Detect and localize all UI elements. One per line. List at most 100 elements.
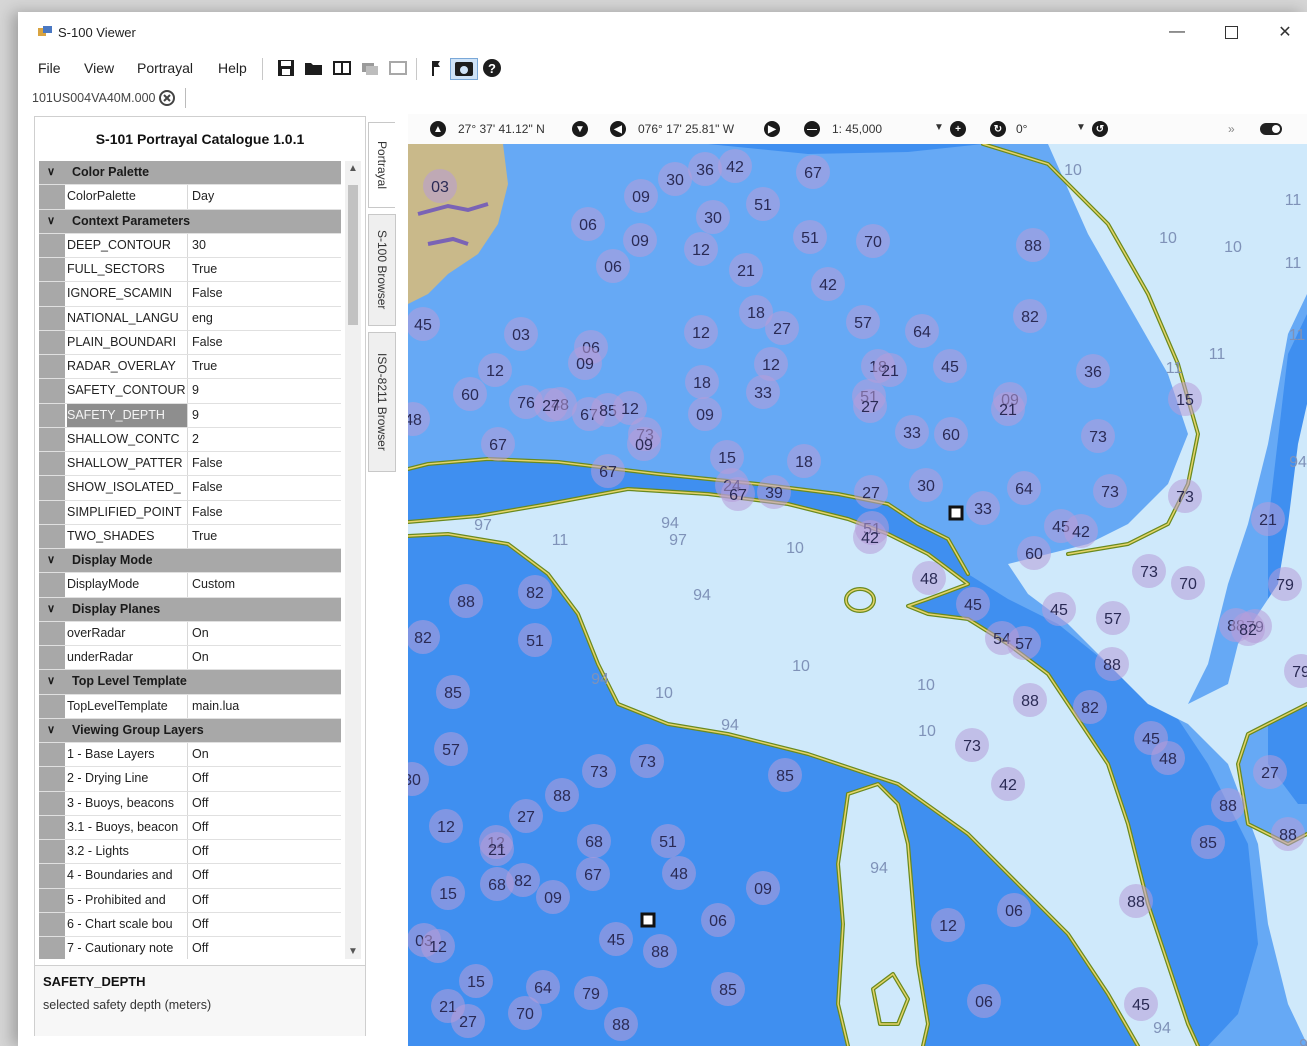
category-row[interactable]: ∨ Context Parameters xyxy=(39,209,341,234)
property-value[interactable]: True xyxy=(192,258,341,281)
property-row[interactable]: 6 - Chart scale bou Off xyxy=(39,912,341,937)
property-value[interactable]: Off xyxy=(192,913,341,936)
window-icon[interactable] xyxy=(388,58,408,78)
property-row[interactable]: 3.2 - Lights Off xyxy=(39,840,341,865)
property-row[interactable]: IGNORE_SCAMIN False xyxy=(39,282,341,307)
rotation-dropdown-icon[interactable]: ▼ xyxy=(1076,122,1086,133)
collapse-chevron-icon[interactable]: ∨ xyxy=(47,674,55,687)
property-value[interactable]: False xyxy=(192,282,341,305)
property-row[interactable]: 3 - Buoys, beacons Off xyxy=(39,791,341,816)
property-row[interactable]: underRadar On xyxy=(39,646,341,671)
property-value[interactable]: 9 xyxy=(192,404,341,427)
menu-file[interactable]: File xyxy=(38,60,61,76)
property-value[interactable]: False xyxy=(192,452,341,475)
property-grid-scrollbar[interactable]: ▲ ▼ xyxy=(345,161,361,959)
collapse-chevron-icon[interactable]: ∨ xyxy=(47,602,55,615)
menu-view[interactable]: View xyxy=(84,60,114,76)
property-value[interactable]: 2 xyxy=(192,428,341,451)
property-row[interactable]: DisplayMode Custom xyxy=(39,573,341,598)
property-value[interactable]: Off xyxy=(192,792,341,815)
lon-right-icon[interactable]: ▶ xyxy=(764,121,780,137)
category-row[interactable]: ∨ Color Palette xyxy=(39,161,341,186)
property-row[interactable]: 4 - Boundaries and Off xyxy=(39,864,341,889)
property-row[interactable]: TopLevelTemplate main.lua xyxy=(39,694,341,719)
property-value[interactable]: False xyxy=(192,501,341,524)
zoom-out-icon[interactable]: — xyxy=(804,121,820,137)
property-row[interactable]: ColorPalette Day xyxy=(39,185,341,210)
property-value[interactable]: 9 xyxy=(192,379,341,402)
chart-map[interactable]: 03 30 36 42 67 09 06 09 30 51 12 51 70 06 21 42 88 45 03 06… xyxy=(408,144,1307,1046)
tab-portrayal[interactable]: Portrayal xyxy=(368,122,395,208)
beacon-marker[interactable] xyxy=(948,505,964,521)
scale-select[interactable]: 1: 45,000 xyxy=(832,122,882,136)
close-button[interactable]: ✕ xyxy=(1263,18,1307,46)
menu-portrayal[interactable]: Portrayal xyxy=(137,60,193,76)
property-row[interactable]: PLAIN_BOUNDARI False xyxy=(39,330,341,355)
layers-icon[interactable] xyxy=(360,58,380,78)
overflow-icon[interactable]: » xyxy=(1228,122,1235,136)
property-row[interactable]: RADAR_OVERLAY True xyxy=(39,355,341,380)
property-row[interactable]: SAFETY_DEPTH 9 xyxy=(39,403,341,428)
property-row[interactable]: SAFETY_CONTOUR 9 xyxy=(39,379,341,404)
property-value[interactable]: Off xyxy=(192,767,341,790)
longitude-readout[interactable]: 076° 17' 25.81" W xyxy=(638,122,734,136)
property-row[interactable]: SHALLOW_PATTER False xyxy=(39,452,341,477)
collapse-chevron-icon[interactable]: ∨ xyxy=(47,553,55,566)
property-value[interactable]: Off xyxy=(192,816,341,839)
zoom-in-icon[interactable]: + xyxy=(950,121,966,137)
property-value[interactable]: main.lua xyxy=(192,695,341,718)
property-row[interactable]: overRadar On xyxy=(39,621,341,646)
lat-up-icon[interactable]: ▲ xyxy=(430,121,446,137)
property-value[interactable]: Off xyxy=(192,864,341,887)
property-row[interactable]: 7 - Cautionary note Off xyxy=(39,937,341,959)
property-value[interactable]: True xyxy=(192,525,341,548)
property-value[interactable]: On xyxy=(192,622,341,645)
property-value[interactable]: True xyxy=(192,355,341,378)
property-value[interactable]: False xyxy=(192,476,341,499)
property-row[interactable]: DEEP_CONTOUR 30 xyxy=(39,233,341,258)
beacon-marker[interactable] xyxy=(640,912,656,928)
property-row[interactable]: 1 - Base Layers On xyxy=(39,743,341,768)
category-row[interactable]: ∨ Top Level Template xyxy=(39,670,341,695)
property-value[interactable]: 30 xyxy=(192,234,341,257)
collapse-chevron-icon[interactable]: ∨ xyxy=(47,214,55,227)
minimize-button[interactable]: — xyxy=(1155,18,1199,46)
property-value[interactable]: False xyxy=(192,331,341,354)
property-value[interactable]: Off xyxy=(192,840,341,863)
collapse-chevron-icon[interactable]: ∨ xyxy=(47,165,55,178)
property-row[interactable]: SHOW_ISOLATED_ False xyxy=(39,476,341,501)
latitude-readout[interactable]: 27° 37' 41.12" N xyxy=(458,122,545,136)
property-row[interactable]: FULL_SECTORS True xyxy=(39,258,341,283)
file-tab[interactable]: 101US004VA40M.000 xyxy=(32,86,187,110)
menu-help[interactable]: Help xyxy=(218,60,247,76)
property-row[interactable]: NATIONAL_LANGU eng xyxy=(39,306,341,331)
chart-canvas[interactable]: 03 30 36 42 67 09 06 09 30 51 12 51 70 06 21 42 88 45 03 06… xyxy=(408,144,1307,1046)
help-icon[interactable]: ? xyxy=(482,58,502,78)
toggle-icon[interactable] xyxy=(1260,123,1282,135)
lon-left-icon[interactable]: ◀ xyxy=(610,121,626,137)
portrayal-icon[interactable] xyxy=(450,58,478,80)
property-value[interactable]: Custom xyxy=(192,573,341,596)
close-tab-icon[interactable] xyxy=(159,90,176,106)
property-value[interactable]: On xyxy=(192,646,341,669)
property-row[interactable]: 3.1 - Buoys, beacon Off xyxy=(39,815,341,840)
property-row[interactable]: SIMPLIFIED_POINT False xyxy=(39,500,341,525)
rotate-icon[interactable]: ↻ xyxy=(990,121,1006,137)
collapse-chevron-icon[interactable]: ∨ xyxy=(47,723,55,736)
property-row[interactable]: TWO_SHADES True xyxy=(39,524,341,549)
scale-dropdown-icon[interactable]: ▼ xyxy=(934,122,944,133)
property-row[interactable]: 2 - Drying Line Off xyxy=(39,767,341,792)
property-value[interactable]: eng xyxy=(192,307,341,330)
flag-icon[interactable] xyxy=(426,58,446,78)
category-row[interactable]: ∨ Viewing Group Layers xyxy=(39,718,341,743)
property-value[interactable]: On xyxy=(192,743,341,766)
category-row[interactable]: ∨ Display Planes xyxy=(39,597,341,622)
property-value[interactable]: Off xyxy=(192,889,341,912)
scroll-up-icon[interactable]: ▲ xyxy=(345,163,361,174)
scroll-down-icon[interactable]: ▼ xyxy=(345,946,361,957)
rotation-select[interactable]: 0° xyxy=(1016,122,1027,136)
property-value[interactable]: Day xyxy=(192,185,341,208)
open-folder-icon[interactable] xyxy=(304,58,324,78)
property-row[interactable]: 5 - Prohibited and Off xyxy=(39,888,341,913)
tab-s100-browser[interactable]: S-100 Browser xyxy=(368,214,396,326)
